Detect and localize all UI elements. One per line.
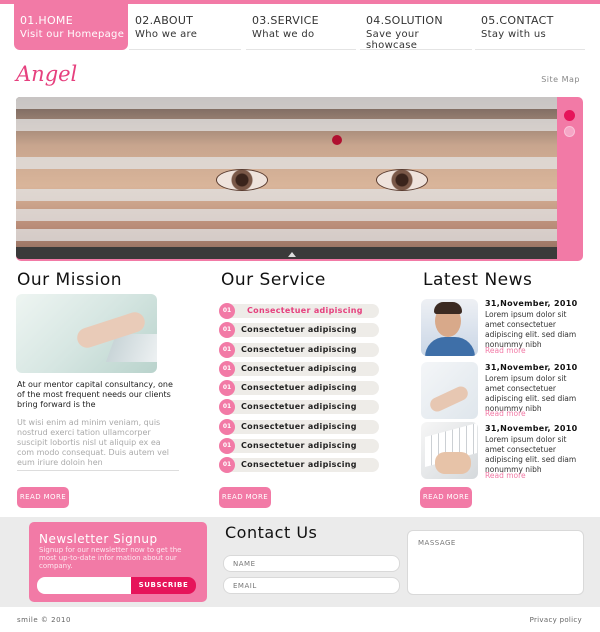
news-body: Lorem ipsum dolor sit amet consectetuer … — [485, 435, 577, 474]
service-item[interactable]: 01 Consectetuer adipiscing — [219, 322, 379, 338]
main-nav: 01.HOME Visit our Homepage 02.ABOUT Who … — [0, 0, 600, 51]
news-body: Lorem ipsum dolor sit amet consectetuer … — [485, 374, 577, 413]
nav-item-number: 02.ABOUT — [135, 14, 194, 27]
slider-dot[interactable] — [564, 126, 575, 137]
service-item-number: 01 — [219, 419, 235, 435]
logo[interactable]: Angel — [16, 62, 77, 86]
news-date: 31,November, 2010 — [485, 363, 578, 372]
service-item-label: Consectetuer adipiscing — [241, 422, 357, 431]
email-field[interactable]: EMAIL — [223, 577, 400, 594]
mission-read-more-button[interactable]: READ MORE — [17, 487, 69, 508]
service-item[interactable]: 01 Consectetuer adipiscing — [219, 399, 379, 415]
news-date: 31,November, 2010 — [485, 299, 578, 308]
divider — [17, 470, 179, 471]
blind-stripe — [16, 209, 557, 221]
shirt-shape — [425, 337, 475, 356]
service-item[interactable]: 01 Consectetuer adipiscing — [219, 303, 379, 319]
newsletter-title: Newsletter Signup — [39, 532, 158, 546]
service-item-label: Consectetuer adipiscing — [247, 306, 363, 315]
news-thumbnail[interactable] — [421, 422, 478, 479]
newsletter-box: Newsletter Signup Signup for our newslet… — [29, 522, 207, 602]
service-item-label: Consectetuer adipiscing — [241, 441, 357, 450]
newsletter-description: Signup for our newsletter now to get the… — [39, 546, 182, 570]
copyright-text: smile © 2010 — [17, 616, 71, 624]
mission-image — [16, 294, 157, 373]
slider-bottom-bar — [16, 247, 557, 259]
service-read-more-button[interactable]: READ MORE — [219, 487, 271, 508]
service-item[interactable]: 01 Consectetuer adipiscing — [219, 419, 379, 435]
news-thumbnail[interactable] — [421, 299, 478, 356]
nav-item-number: 04.SOLUTION — [366, 14, 443, 27]
service-item-label: Consectetuer adipiscing — [241, 325, 357, 334]
privacy-policy-link[interactable]: Privacy policy — [530, 616, 582, 624]
service-item-number: 01 — [219, 399, 235, 415]
service-item-number: 01 — [219, 322, 235, 338]
hand-shape — [427, 384, 471, 414]
service-item-label: Consectetuer adipiscing — [241, 345, 357, 354]
service-item-number: 01 — [219, 303, 235, 319]
service-item-label: Consectetuer adipiscing — [241, 402, 357, 411]
nav-item-solution[interactable]: 04.SOLUTION Save your showcase — [360, 4, 472, 51]
mission-text-secondary: Ut wisi enim ad minim veniam, quis nostr… — [17, 418, 169, 467]
newsletter-email-input[interactable] — [37, 577, 131, 594]
nav-item-number: 05.CONTACT — [481, 14, 554, 27]
service-item[interactable]: 01 Consectetuer adipiscing — [219, 457, 379, 473]
news-thumbnail[interactable] — [421, 362, 478, 419]
service-item[interactable]: 01 Consectetuer adipiscing — [219, 438, 379, 454]
slider-dot-active[interactable] — [564, 110, 575, 121]
mission-title: Our Mission — [17, 270, 123, 290]
blind-stripe — [16, 229, 557, 241]
service-item-number: 01 — [219, 438, 235, 454]
blind-stripe — [16, 157, 557, 169]
news-body: Lorem ipsum dolor sit amet consectetuer … — [485, 310, 577, 349]
news-read-more-link[interactable]: Read more — [485, 409, 526, 418]
news-read-more-link[interactable]: Read more — [485, 346, 526, 355]
nav-item-subtitle: Visit our Homepage — [20, 29, 125, 40]
service-item-number: 01 — [219, 457, 235, 473]
hero-slider — [16, 97, 583, 261]
mission-text: At our mentor capital consultancy, one o… — [17, 380, 173, 409]
nav-item-contact[interactable]: 05.CONTACT Stay with us — [475, 4, 585, 50]
blind-stripe — [16, 189, 557, 201]
bindi-shape — [332, 135, 342, 145]
message-field[interactable]: MASSAGE — [407, 530, 584, 595]
news-title: Latest News — [423, 270, 533, 290]
service-item-number: 01 — [219, 380, 235, 396]
news-read-more-button[interactable]: READ MORE — [420, 487, 472, 508]
eye-shape — [216, 169, 268, 191]
news-date: 31,November, 2010 — [485, 424, 578, 433]
nav-item-subtitle: Who we are — [135, 29, 198, 40]
nav-item-subtitle: Stay with us — [481, 29, 547, 40]
service-item[interactable]: 01 Consectetuer adipiscing — [219, 361, 379, 377]
nav-item-subtitle: Save your showcase — [366, 29, 419, 51]
service-item-label: Consectetuer adipiscing — [241, 460, 357, 469]
nav-item-about[interactable]: 02.ABOUT Who we are — [129, 4, 241, 50]
service-item-number: 01 — [219, 361, 235, 377]
service-item[interactable]: 01 Consectetuer adipiscing — [219, 342, 379, 358]
contact-title: Contact Us — [225, 523, 318, 542]
hand-shape — [435, 452, 471, 474]
nav-item-home[interactable]: 01.HOME Visit our Homepage — [14, 0, 128, 50]
nav-item-number: 03.SERVICE — [252, 14, 319, 27]
service-item[interactable]: 01 Consectetuer adipiscing — [219, 380, 379, 396]
eye-shape — [376, 169, 428, 191]
hair-shape — [434, 302, 462, 314]
nav-item-number: 01.HOME — [20, 14, 73, 27]
nav-item-subtitle: What we do — [252, 29, 315, 40]
subscribe-button[interactable]: SUBSCRIBE — [131, 577, 196, 594]
hero-image — [16, 97, 557, 259]
sitemap-link[interactable]: Site Map — [541, 75, 580, 84]
blind-stripe — [16, 119, 557, 131]
nav-item-service[interactable]: 03.SERVICE What we do — [246, 4, 356, 50]
service-item-label: Consectetuer adipiscing — [241, 364, 357, 373]
slider-up-arrow-icon[interactable] — [288, 252, 296, 257]
service-item-number: 01 — [219, 342, 235, 358]
news-read-more-link[interactable]: Read more — [485, 471, 526, 480]
service-title: Our Service — [221, 270, 326, 290]
name-field[interactable]: NAME — [223, 555, 400, 572]
service-item-label: Consectetuer adipiscing — [241, 383, 357, 392]
blind-stripe — [16, 97, 557, 109]
